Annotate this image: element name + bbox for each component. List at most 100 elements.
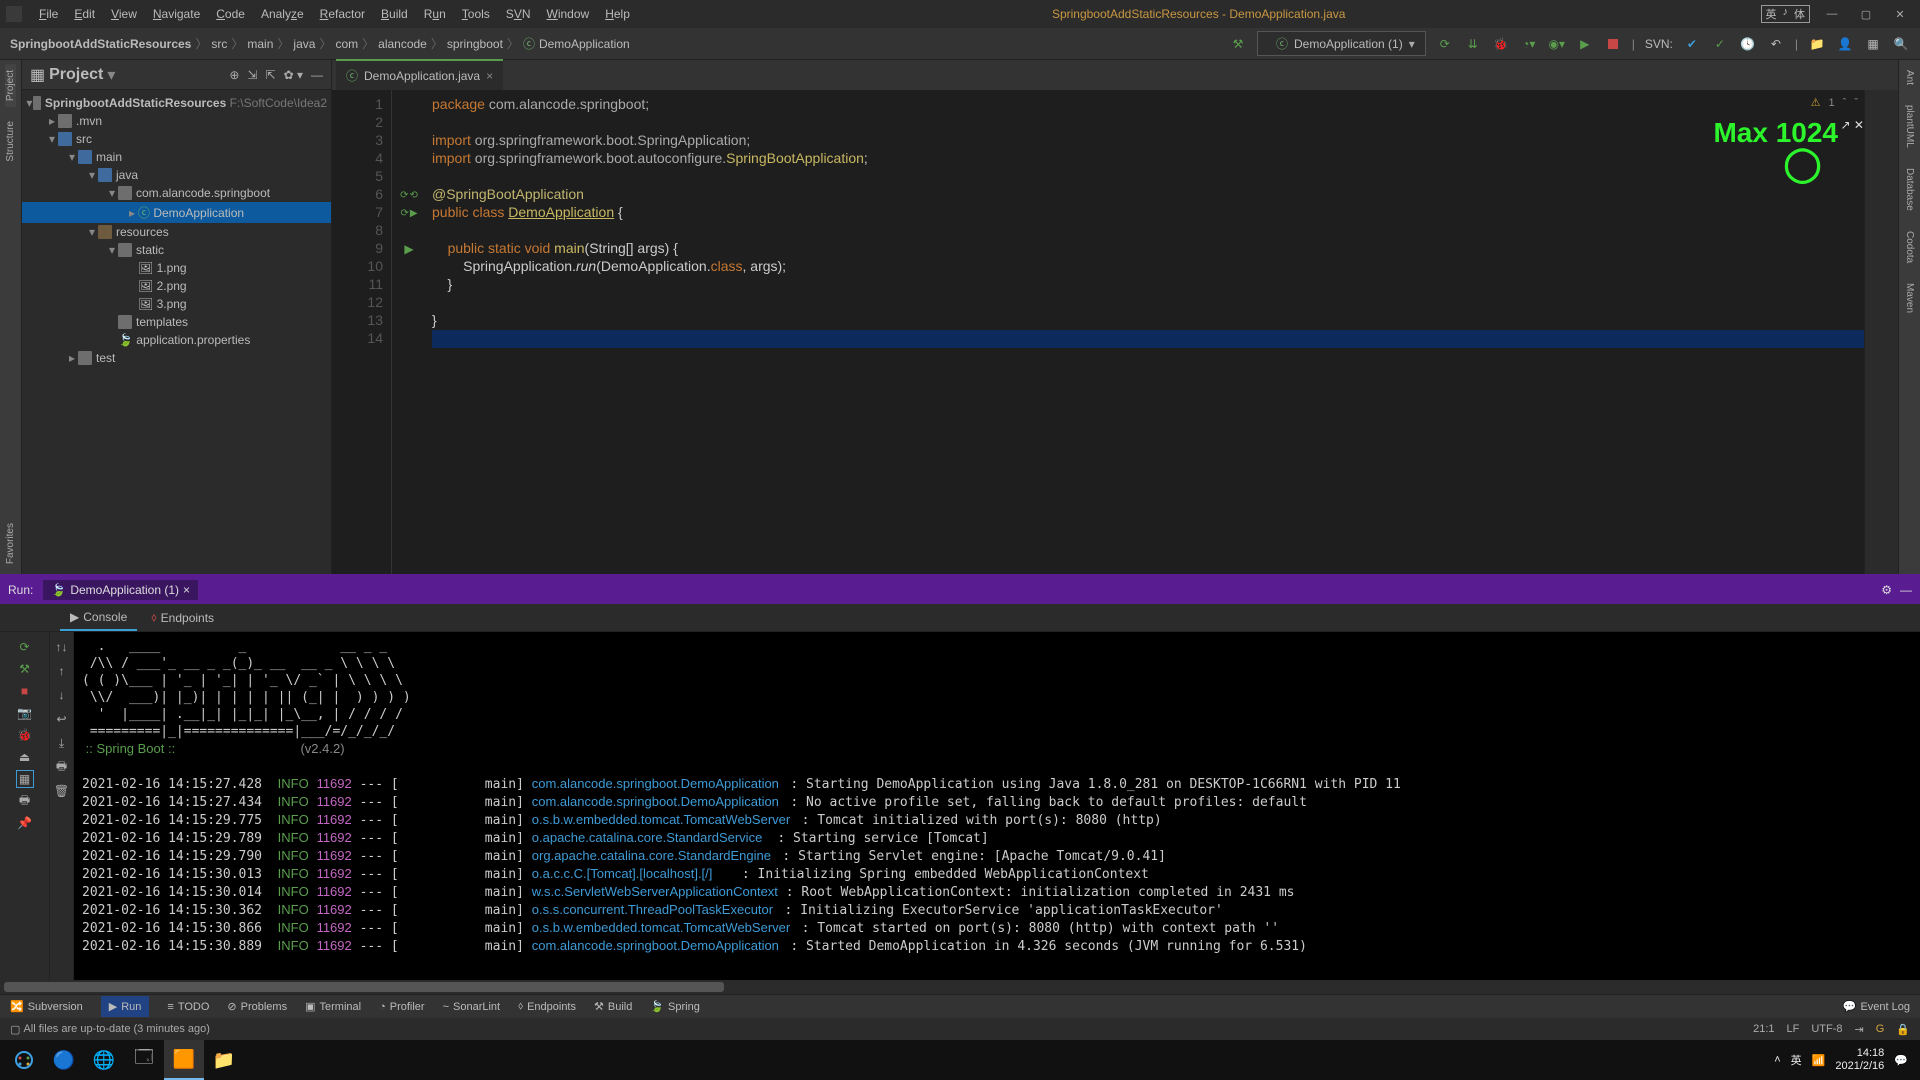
coverage-icon[interactable]: ◔▾: [1520, 35, 1538, 53]
endpoints-tab[interactable]: ⬨Endpoints: [141, 605, 224, 630]
crumb-src[interactable]: src: [211, 37, 227, 51]
project-settings-icon[interactable]: ✿ ▾: [284, 68, 303, 82]
anydoor-icon[interactable]: 📁: [1808, 35, 1826, 53]
menu-tools[interactable]: Tools: [455, 4, 497, 24]
tool-tab-ant[interactable]: Ant: [1904, 64, 1915, 91]
svn-rollback-icon[interactable]: ↶: [1767, 35, 1785, 53]
tool-tab-favorites[interactable]: Favorites: [5, 517, 16, 570]
down-icon[interactable]: ↓: [53, 686, 71, 704]
layout-icon[interactable]: ▦: [16, 770, 34, 788]
window-minimize-button[interactable]: —: [1818, 5, 1846, 23]
tab-endpoints[interactable]: ⬨ Endpoints: [518, 1000, 576, 1013]
line-sep[interactable]: LF: [1787, 1023, 1800, 1035]
run-rerun-icon[interactable]: ⟳: [1436, 35, 1454, 53]
crumb-alancode[interactable]: alancode: [378, 37, 427, 51]
notifications-icon[interactable]: 💬: [1894, 1054, 1908, 1067]
task-explorer[interactable]: 🗔: [124, 1040, 164, 1080]
console-scrollbar[interactable]: [0, 980, 1920, 994]
console-tab[interactable]: ▶Console: [60, 605, 137, 631]
stop-run-icon[interactable]: ■: [16, 682, 34, 700]
menu-analyze[interactable]: Analyze: [254, 4, 311, 24]
up-stack-icon[interactable]: ↑↓: [53, 638, 71, 656]
tray-network-icon[interactable]: 📶: [1812, 1054, 1826, 1067]
print-icon[interactable]: 🖶: [16, 792, 34, 810]
tab-todo[interactable]: ≡ TODO: [167, 1001, 209, 1013]
menu-navigate[interactable]: Navigate: [146, 4, 207, 24]
console-output[interactable]: . ____ _ __ _ _ /\\ / ___'_ __ _ _(_)_ _…: [74, 632, 1920, 980]
tool-tab-project[interactable]: Project: [5, 64, 16, 107]
svn-update-icon[interactable]: ✔: [1683, 35, 1701, 53]
tab-run[interactable]: ▶ Run: [101, 996, 150, 1017]
editor-tab[interactable]: ⓒDemoApplication.java×: [336, 59, 503, 90]
tool-tab-structure[interactable]: Structure: [5, 115, 16, 168]
up-icon[interactable]: ↑: [53, 662, 71, 680]
tool-tab-database[interactable]: Database: [1904, 162, 1915, 217]
project-hide-icon[interactable]: —: [311, 68, 323, 82]
tab-build[interactable]: ⚒ Build: [594, 1000, 632, 1013]
tray-ime[interactable]: 英: [1791, 1052, 1802, 1068]
crumb-root[interactable]: SpringbootAddStaticResources: [10, 37, 191, 51]
svn-history-icon[interactable]: 🕓: [1739, 35, 1757, 53]
task-intellij[interactable]: 🟧: [164, 1040, 204, 1080]
search-icon[interactable]: 🔍: [1892, 35, 1910, 53]
tab-problems[interactable]: ⊘ Problems: [227, 1000, 287, 1013]
exit-icon[interactable]: ⏏: [16, 748, 34, 766]
tool-tab-plantuml[interactable]: plantUML: [1904, 99, 1915, 154]
print2-icon[interactable]: 🖶: [53, 758, 71, 776]
pin-icon[interactable]: 📌: [16, 814, 34, 832]
tab-terminal[interactable]: ▣ Terminal: [305, 1000, 361, 1013]
svn-commit-icon[interactable]: ✓: [1711, 35, 1729, 53]
soft-wrap-icon[interactable]: ↩: [53, 710, 71, 728]
editor-minimap[interactable]: [1864, 90, 1898, 574]
system-clock[interactable]: 14:182021/2/16: [1835, 1047, 1884, 1073]
camera-icon[interactable]: 📷: [16, 704, 34, 722]
codota-icon[interactable]: ▦: [1864, 35, 1882, 53]
stop-icon[interactable]: [1604, 35, 1622, 53]
menu-refactor[interactable]: Refactor: [313, 4, 372, 24]
profiler-icon[interactable]: ◉▾: [1548, 35, 1566, 53]
tree-demo-application[interactable]: ▸ⓒ DemoApplication: [22, 202, 331, 223]
window-maximize-button[interactable]: ▢: [1852, 5, 1880, 23]
task-chrome[interactable]: 🌐: [84, 1040, 124, 1080]
tab-subversion[interactable]: 🔀 Subversion: [10, 1000, 83, 1013]
run-settings-icon[interactable]: ⚙: [1881, 583, 1892, 597]
scroll-end-icon[interactable]: ⤓: [53, 734, 71, 752]
tab-profiler[interactable]: ◔ Profiler: [379, 1001, 425, 1013]
goland-icon[interactable]: G: [1876, 1023, 1885, 1035]
start-button[interactable]: [4, 1040, 44, 1080]
clear-icon[interactable]: 🗑: [53, 782, 71, 800]
ime-indicator[interactable]: 英♪体: [1761, 5, 1811, 23]
menu-code[interactable]: Code: [209, 4, 252, 24]
menu-svn[interactable]: SVN: [499, 4, 538, 24]
menu-window[interactable]: Window: [540, 4, 597, 24]
rerun-build-icon[interactable]: ⚒: [16, 660, 34, 678]
tray-up-icon[interactable]: ˄: [1774, 1054, 1780, 1066]
menu-view[interactable]: View: [104, 4, 144, 24]
tab-sonarlint[interactable]: ~ SonarLint: [443, 1001, 501, 1013]
project-tree[interactable]: ▾SpringbootAddStaticResources F:\SoftCod…: [22, 90, 331, 574]
menu-build[interactable]: Build: [374, 4, 415, 24]
tab-spring[interactable]: 🍃 Spring: [650, 1000, 700, 1013]
close-run-tab-icon[interactable]: ×: [183, 583, 190, 597]
code-editor[interactable]: 1234567891011121314 ⟳⟲⟳▶▶ package com.al…: [332, 90, 1898, 574]
dump-icon[interactable]: 🐞: [16, 726, 34, 744]
crumb-java[interactable]: java: [293, 37, 315, 51]
event-log[interactable]: 💬 Event Log: [1843, 1000, 1910, 1013]
menu-edit[interactable]: Edit: [67, 4, 102, 24]
run-config-selector[interactable]: ⓒDemoApplication (1)▾: [1257, 31, 1426, 56]
project-select-opened-icon[interactable]: ⊕: [229, 68, 239, 82]
build-hammer-icon[interactable]: ⚒: [1229, 35, 1247, 53]
menu-run[interactable]: Run: [417, 4, 453, 24]
debug-icon[interactable]: 🐞: [1492, 35, 1510, 53]
rerun-icon[interactable]: ⟳: [16, 638, 34, 656]
close-tab-icon[interactable]: ×: [486, 69, 493, 83]
avatar-icon[interactable]: 👤: [1836, 35, 1854, 53]
encoding[interactable]: UTF-8: [1811, 1023, 1842, 1035]
lock-icon[interactable]: 🔒: [1896, 1023, 1910, 1036]
run-update-icon[interactable]: ⇊: [1464, 35, 1482, 53]
project-expand-icon[interactable]: ⇲: [247, 68, 257, 82]
tool-tab-maven[interactable]: Maven: [1904, 277, 1915, 319]
crumb-springboot[interactable]: springboot: [447, 37, 503, 51]
menu-file[interactable]: File: [32, 4, 65, 24]
run-hide-icon[interactable]: —: [1900, 583, 1912, 597]
